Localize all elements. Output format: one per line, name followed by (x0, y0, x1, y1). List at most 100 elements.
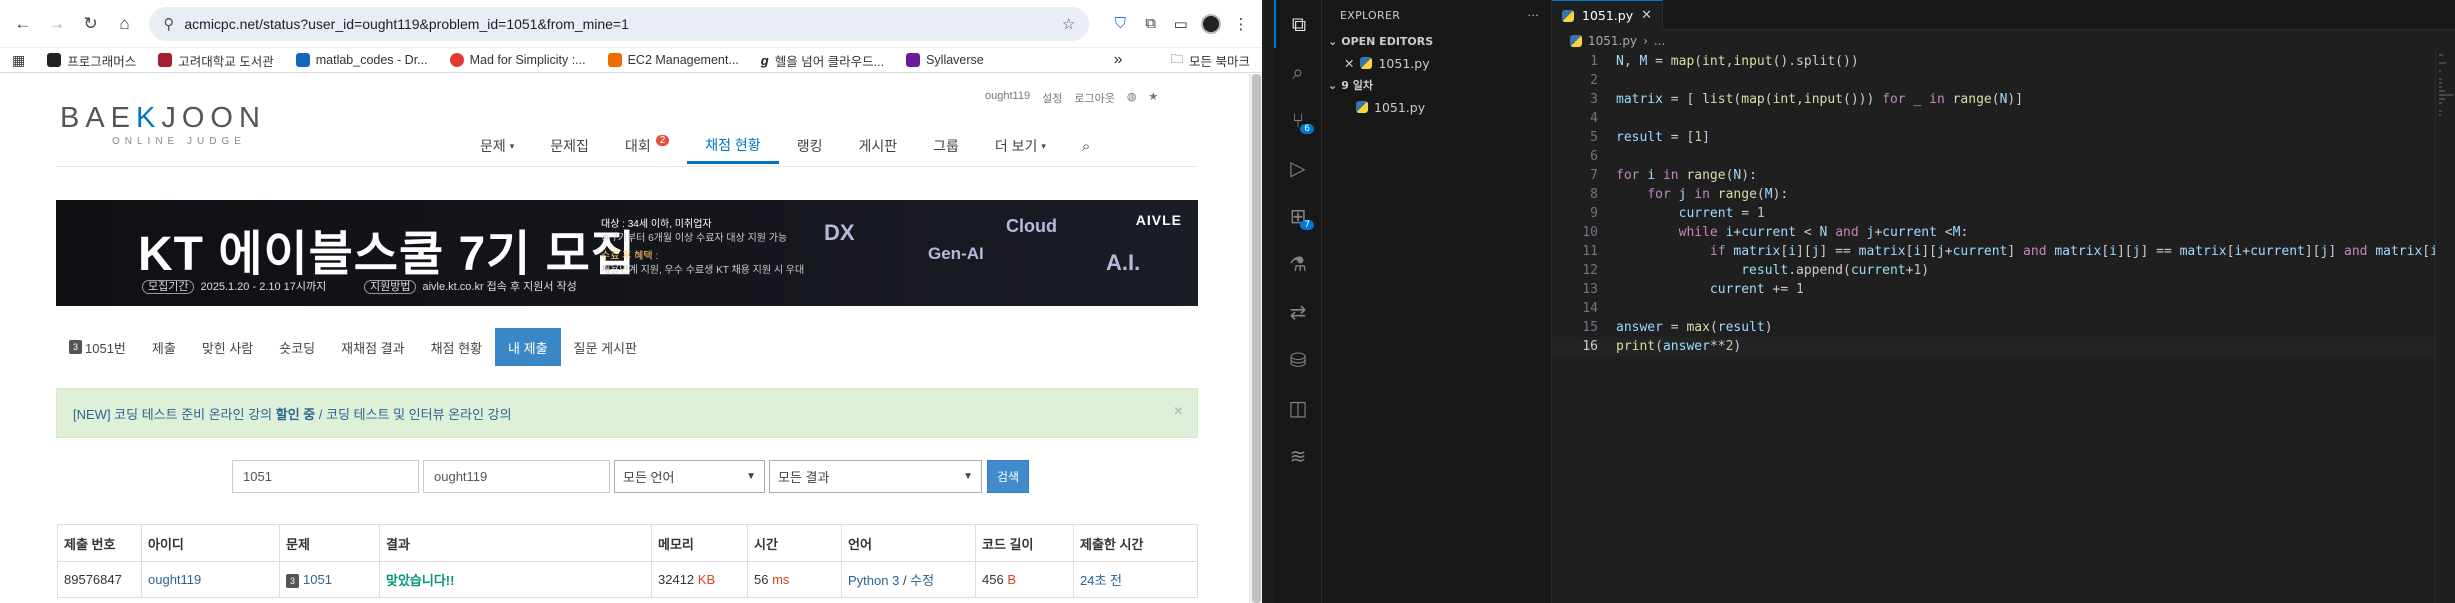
tab-status[interactable]: 채점 현황 (418, 328, 495, 366)
tab-questions[interactable]: 질문 게시판 (561, 328, 650, 366)
logout-link[interactable]: 로그아웃 (1074, 90, 1114, 106)
nav-problems[interactable]: 문제 ▾ (462, 128, 532, 164)
run-debug-icon[interactable]: ▷ (1274, 144, 1322, 192)
kt-aivle-banner[interactable]: KT 에이블스쿨 7기 모집 모집기간 2025.1.20 - 2.10 17시까… (56, 200, 1198, 306)
search-icon[interactable]: ⌕ (1274, 48, 1322, 96)
forward-icon[interactable]: → (42, 8, 72, 40)
bookmark-syllaverse[interactable]: Syllaverse (906, 53, 984, 67)
editor-tab-1051[interactable]: 1051.py ✕ (1552, 0, 1664, 30)
code-line[interactable]: 15 answer = max(result) (1552, 318, 2455, 337)
tab-rejudge[interactable]: 재채점 결과 (328, 328, 417, 366)
nav-contests[interactable]: 대회 2 (607, 128, 687, 164)
problem-id-input[interactable]: 1051 (232, 460, 419, 493)
search-button[interactable]: 검색 (987, 460, 1029, 493)
reload-icon[interactable]: ↻ (76, 8, 106, 40)
breadcrumb-symbol[interactable]: ... (1654, 34, 1665, 48)
problem-link[interactable]: 1051 (303, 572, 332, 587)
code-line[interactable]: 9 current = 1 (1552, 204, 2455, 223)
search-icon[interactable]: ⌕ (1064, 128, 1108, 164)
testing-flask-icon[interactable]: ⚗ (1274, 240, 1322, 288)
banner-info-line: 수료 후 혜택 : (601, 251, 659, 262)
breadcrumb-file[interactable]: 1051.py (1588, 34, 1637, 48)
globe-icon[interactable]: ◍ (1127, 90, 1137, 106)
all-bookmarks-folder[interactable]: 🗀 모든 북마크 (1171, 50, 1251, 71)
page-scrollbar[interactable] (1249, 74, 1262, 603)
close-icon[interactable]: × (1174, 403, 1183, 421)
close-icon[interactable]: ✕ (1641, 8, 1652, 23)
code-line[interactable]: 8 for j in range(M): (1552, 185, 2455, 204)
star-icon[interactable]: ★ (1148, 90, 1158, 106)
bookmark-star-icon[interactable]: ☆ (1062, 15, 1075, 33)
close-icon[interactable]: ✕ (1344, 56, 1354, 71)
source-control-icon[interactable]: ⑂ 6 (1274, 96, 1322, 144)
tab-my-submissions[interactable]: 내 제출 (495, 328, 561, 366)
remote-icon[interactable]: ⇄ (1274, 288, 1322, 336)
file-tree-item[interactable]: 1051.py (1322, 96, 1551, 118)
baekjoon-logo[interactable]: BAEKJOON (60, 102, 266, 135)
edit-link[interactable]: 수정 (910, 573, 934, 588)
tab-short-coding[interactable]: 숏코딩 (266, 328, 328, 366)
code-line[interactable]: 11 if matrix[i][j] == matrix[i][j+curren… (1552, 242, 2455, 261)
minimap[interactable] (2435, 52, 2455, 603)
bookmarks-overflow-button[interactable]: » (1114, 51, 1123, 69)
nav-ranking[interactable]: 랭킹 (779, 128, 841, 164)
submitted-time-link[interactable]: 24초 전 (1080, 573, 1122, 588)
user-id-input[interactable]: ought119 (423, 460, 610, 493)
nav-more[interactable]: 더 보기 ▾ (977, 128, 1064, 164)
database-icon[interactable]: ◫ (1274, 384, 1322, 432)
tab-solvers[interactable]: 맞힌 사람 (189, 328, 266, 366)
code-line[interactable]: 14 (1552, 299, 2455, 318)
code-line[interactable]: 4 (1552, 109, 2455, 128)
docker-icon[interactable]: ⛁ (1274, 336, 1322, 384)
extensions-icon[interactable]: ⊞ 7 (1274, 192, 1322, 240)
username-link[interactable]: ought119 (985, 90, 1030, 106)
alert-link[interactable]: [NEW] 코딩 테스트 준비 온라인 강의 할인 중 / 코딩 테스트 및 인… (73, 404, 512, 423)
bookmark-matlab-codes[interactable]: matlab_codes - Dr... (295, 53, 428, 67)
address-bar[interactable]: ⚲ acmicpc.net/status?user_id=ought119&pr… (149, 6, 1090, 41)
code-line[interactable]: 5 result = [1] (1552, 128, 2455, 147)
user-link[interactable]: ought119 (148, 572, 201, 587)
site-info-icon[interactable]: ⚲ (163, 15, 174, 33)
code-line[interactable]: 16 print(answer**2) (1552, 337, 2455, 356)
code-editor[interactable]: 1 N, M = map(int,input().split()) 2 3 matrix… (1552, 52, 2455, 356)
nav-groups[interactable]: 그룹 (915, 128, 977, 164)
side-panel-icon[interactable]: ▭ (1168, 10, 1194, 38)
table-header-row: 제출 번호 아이디 문제 결과 메모리 시간 언어 코드 길이 제출한 시간 (57, 524, 1198, 562)
back-icon[interactable]: ← (8, 8, 38, 40)
language-link[interactable]: Python 3 (848, 573, 899, 588)
code-line[interactable]: 3 matrix = [ list(map(int,input())) for _… (1552, 90, 2455, 109)
explorer-icon[interactable]: ⧉ (1274, 0, 1322, 48)
code-line[interactable]: 13 current += 1 (1552, 280, 2455, 299)
more-actions-icon[interactable]: ··· (1528, 9, 1539, 22)
scrollbar-thumb[interactable] (1252, 74, 1261, 603)
code-line[interactable]: 10 while i+current < N and j+current <M: (1552, 223, 2455, 242)
bookmark-korea-univ-library[interactable]: 고려대학교 도서관 (158, 51, 274, 70)
profile-avatar[interactable] (1198, 10, 1224, 38)
bookmark-programmers[interactable]: 프로그래머스 (47, 51, 136, 70)
nav-board[interactable]: 게시판 (840, 128, 915, 164)
open-editors-section[interactable]: ⌄ OPEN EDITORS (1322, 30, 1551, 52)
open-editor-item[interactable]: ✕ 1051.py (1322, 52, 1551, 74)
result-select[interactable]: 모든 결과 ▼ (769, 460, 982, 493)
folder-section[interactable]: ⌄ 9 일차 (1322, 74, 1551, 96)
menu-kebab-icon[interactable]: ⋮ (1228, 10, 1254, 38)
home-icon[interactable]: ⌂ (110, 8, 140, 40)
bookmark-hell-cloud[interactable]: g 헬을 넘어 클라우드... (761, 51, 884, 70)
code-line[interactable]: 2 (1552, 71, 2455, 90)
bookmark-ec2-management[interactable]: EC2 Management... (607, 53, 739, 67)
settings-link[interactable]: 설정 (1042, 90, 1062, 106)
apps-grid-icon[interactable]: ▦ (12, 52, 25, 69)
code-line[interactable]: 1 N, M = map(int,input().split()) (1552, 52, 2455, 71)
nav-status[interactable]: 채점 현황 (687, 128, 779, 164)
tab-problem[interactable]: 3 1051번 (56, 328, 139, 366)
layers-icon[interactable]: ≋ (1274, 432, 1322, 480)
code-line[interactable]: 7 for i in range(N): (1552, 166, 2455, 185)
extensions-puzzle-icon[interactable]: ⧉ (1138, 10, 1164, 38)
code-line[interactable]: 12 result.append(current+1) (1552, 261, 2455, 280)
code-line[interactable]: 6 (1552, 147, 2455, 166)
extension-shield-icon[interactable]: ⛉ (1107, 10, 1133, 38)
language-select[interactable]: 모든 언어 ▼ (614, 460, 765, 493)
nav-workbooks[interactable]: 문제집 (532, 128, 607, 164)
tab-submit[interactable]: 제출 (139, 328, 189, 366)
bookmark-mad-for-simplicity[interactable]: Mad for Simplicity :... (449, 53, 586, 67)
